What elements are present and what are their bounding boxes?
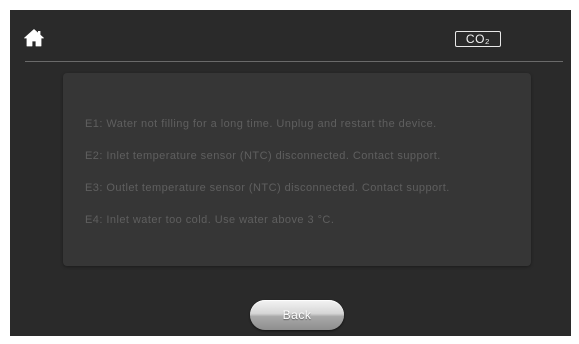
back-button[interactable]: Back	[250, 300, 344, 330]
error-line-e4: E4: Inlet water too cold. Use water abov…	[85, 214, 335, 226]
error-line-e2: E2: Inlet temperature sensor (NTC) disco…	[85, 150, 441, 162]
home-button[interactable]	[23, 28, 45, 48]
error-code-panel: E1: Water not filling for a long time. U…	[63, 73, 531, 266]
error-line-e1: E1: Water not filling for a long time. U…	[85, 118, 437, 130]
error-line-e3: E3: Outlet temperature sensor (NTC) disc…	[85, 182, 450, 194]
header-divider	[25, 61, 563, 62]
co2-button[interactable]: CO₂	[455, 31, 501, 47]
home-icon	[24, 29, 44, 47]
device-screen: CO₂ E1: Water not filling for a long tim…	[10, 10, 571, 336]
